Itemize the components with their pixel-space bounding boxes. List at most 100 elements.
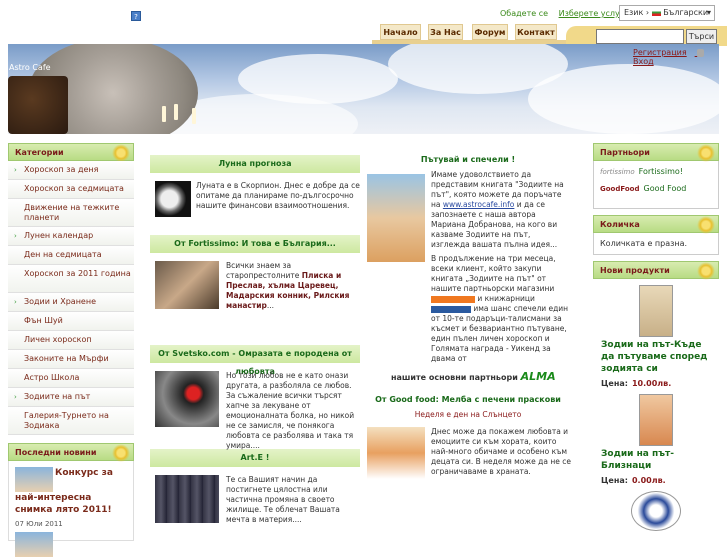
cart-text: Количката е празна. (600, 239, 688, 248)
article-title[interactable]: Лунна прогноза (150, 155, 360, 173)
promo-title[interactable]: Пътувай и спечели ! (365, 155, 571, 164)
article-image (155, 261, 219, 309)
promo-link[interactable]: www.astrocafe.info (443, 200, 514, 209)
category-label: Зодиите на път (24, 392, 91, 401)
language-label: Език › (624, 8, 650, 17)
product-image (639, 285, 673, 337)
category-item[interactable]: › Хороскоп за деня (8, 161, 134, 180)
article-text: Луната е в Скорпион. Днес е добре да се … (196, 181, 360, 210)
product-item[interactable] (601, 491, 711, 533)
product-title[interactable]: Зодии на път-Близнаци (601, 448, 711, 472)
sun-icon (112, 444, 130, 462)
left-column: Категории › Хороскоп за деня Хороскоп за с… (8, 143, 134, 557)
news-box: Конкурс за най-интересна снимка лято 201… (8, 461, 134, 557)
sun-icon (697, 262, 715, 280)
category-item[interactable]: Хороскоп за 2011 година (8, 265, 134, 293)
category-item[interactable]: Галерия-Турнето на Зодиака (8, 407, 134, 435)
top-links: Обадете се Изберете услуга (500, 9, 637, 18)
moon-image (155, 181, 191, 217)
coffee-cup-image (8, 76, 68, 134)
category-label: Хороскоп за седмицата (24, 184, 124, 193)
products-header: Нови продукти (593, 261, 719, 280)
news-header: Последни новини (8, 443, 134, 462)
news-item[interactable]: Конкурс за най-интересна снимка лято 201… (15, 467, 127, 516)
language-value: Български (663, 8, 709, 17)
login-link[interactable]: Вход (633, 57, 654, 66)
nav-forum[interactable]: Форум (472, 24, 508, 40)
call-us-link[interactable]: Обадете се (500, 9, 548, 18)
article-text: Те са Вашият начин да постигнете цялостн… (226, 475, 340, 524)
arrow-icon: › (14, 393, 17, 401)
category-label: Личен хороскоп (24, 335, 92, 344)
category-label: Астро Школа (24, 373, 80, 382)
article-title[interactable]: От Svetsko.com - Омразата е породена от … (150, 345, 360, 376)
product-item[interactable]: Зодии на път-Къде да пътуваме според зод… (601, 285, 711, 388)
article-image (155, 371, 219, 427)
product-image (631, 491, 681, 531)
lock-icon (697, 48, 705, 57)
category-item[interactable]: Фън Шуй (8, 312, 134, 331)
article: Те са Вашият начин да постигнете цялостн… (150, 467, 360, 533)
cart-box: Количката е празна. (593, 233, 719, 255)
categories-list: › Хороскоп за деня Хороскоп за седмицата Дв… (8, 161, 134, 435)
alma-tour-logo: ALMA (520, 370, 556, 383)
arrow-icon: › (14, 298, 17, 306)
category-item[interactable]: Движение на тежките планети (8, 199, 134, 227)
bulgaria-flag-icon (651, 9, 661, 16)
article-image (155, 475, 219, 523)
products-box: Зодии на път-Къде да пътуваме според зод… (593, 279, 719, 545)
search-input[interactable] (596, 29, 684, 44)
goodfood-text: Днес може да покажем любовта и емоциите … (431, 427, 571, 476)
goodfood-subtitle: Неделя е ден на Слънцето (414, 410, 522, 419)
banner: Astro Cafe (8, 44, 719, 134)
brand-name: Astro Cafe (9, 63, 51, 72)
category-label: Законите на Мърфи (24, 354, 109, 363)
register-link[interactable]: Регистрация (633, 48, 687, 57)
category-item[interactable]: Личен хороскоп (8, 331, 134, 350)
category-item[interactable]: Астро Школа (8, 369, 134, 388)
category-item[interactable]: › Зодиите на път (8, 388, 134, 407)
category-item[interactable]: › Лунен календар (8, 227, 134, 246)
promo-column: Пътувай и спечели ! Имаме удоволствието … (365, 155, 571, 479)
promo-text: Имаме удоволствието да представим книгат… (431, 170, 564, 249)
article: Но този любов не е като онази другата, а… (150, 363, 360, 450)
help-icon[interactable]: ? (131, 11, 141, 21)
nav-home[interactable]: Начало (380, 24, 421, 40)
goodfood-body: Днес може да покажем любовта и емоциите … (365, 427, 571, 479)
orange-logo (431, 295, 475, 303)
category-item[interactable]: Хороскоп за седмицата (8, 180, 134, 199)
category-label: Фън Шуй (24, 316, 63, 325)
partners-box: fortissimo Fortissimo! GoodFood Good Food (593, 161, 719, 209)
category-item[interactable]: › Зодии и Хранене (8, 293, 134, 312)
partner-fortissimo[interactable]: fortissimo Fortissimo! (600, 167, 712, 176)
articles-column: Лунна прогноза Луната е в Скорпион. Днес… (150, 155, 360, 533)
chevron-down-icon: ▾ (706, 8, 711, 17)
category-label: Движение на тежките планети (24, 203, 120, 222)
sun-icon (697, 216, 715, 234)
category-item[interactable]: Ден на седмицата (8, 246, 134, 265)
article-title[interactable]: Art.E ! (150, 449, 360, 467)
sun-icon (697, 144, 715, 162)
nav-contact[interactable]: Контакт (515, 24, 557, 40)
arrow-icon: › (14, 232, 17, 240)
language-select[interactable]: Език › Български ▾ (619, 5, 715, 21)
product-item[interactable]: Зодии на път-Близнаци Цена: 0.00лв. (601, 394, 711, 485)
arrow-icon: › (14, 166, 17, 174)
category-label: Ден на седмицата (24, 250, 102, 259)
goodfood-title[interactable]: От Good food: Мелба с печени праскови (365, 395, 571, 404)
product-image (639, 394, 673, 446)
nav-about[interactable]: За Нас (428, 24, 463, 40)
article-title[interactable]: От Fortissimo: И това е България... (150, 235, 360, 253)
promo-image (367, 174, 425, 262)
category-label: Хороскоп за 2011 година (24, 269, 131, 278)
category-item[interactable]: Законите на Мърфи (8, 350, 134, 369)
promo-body: Имаме удоволствието да представим книгат… (365, 170, 571, 383)
helikon-logo (431, 305, 471, 313)
partner-goodfood[interactable]: GoodFood Good Food (600, 184, 712, 193)
search-button[interactable]: Търси (686, 29, 717, 44)
account-links: Регистрация Вход (633, 48, 727, 66)
sun-icon (112, 144, 130, 162)
news-image (15, 467, 53, 492)
product-title[interactable]: Зодии на път-Къде да пътуваме според зод… (601, 339, 711, 375)
category-label: Хороскоп за деня (24, 165, 99, 174)
